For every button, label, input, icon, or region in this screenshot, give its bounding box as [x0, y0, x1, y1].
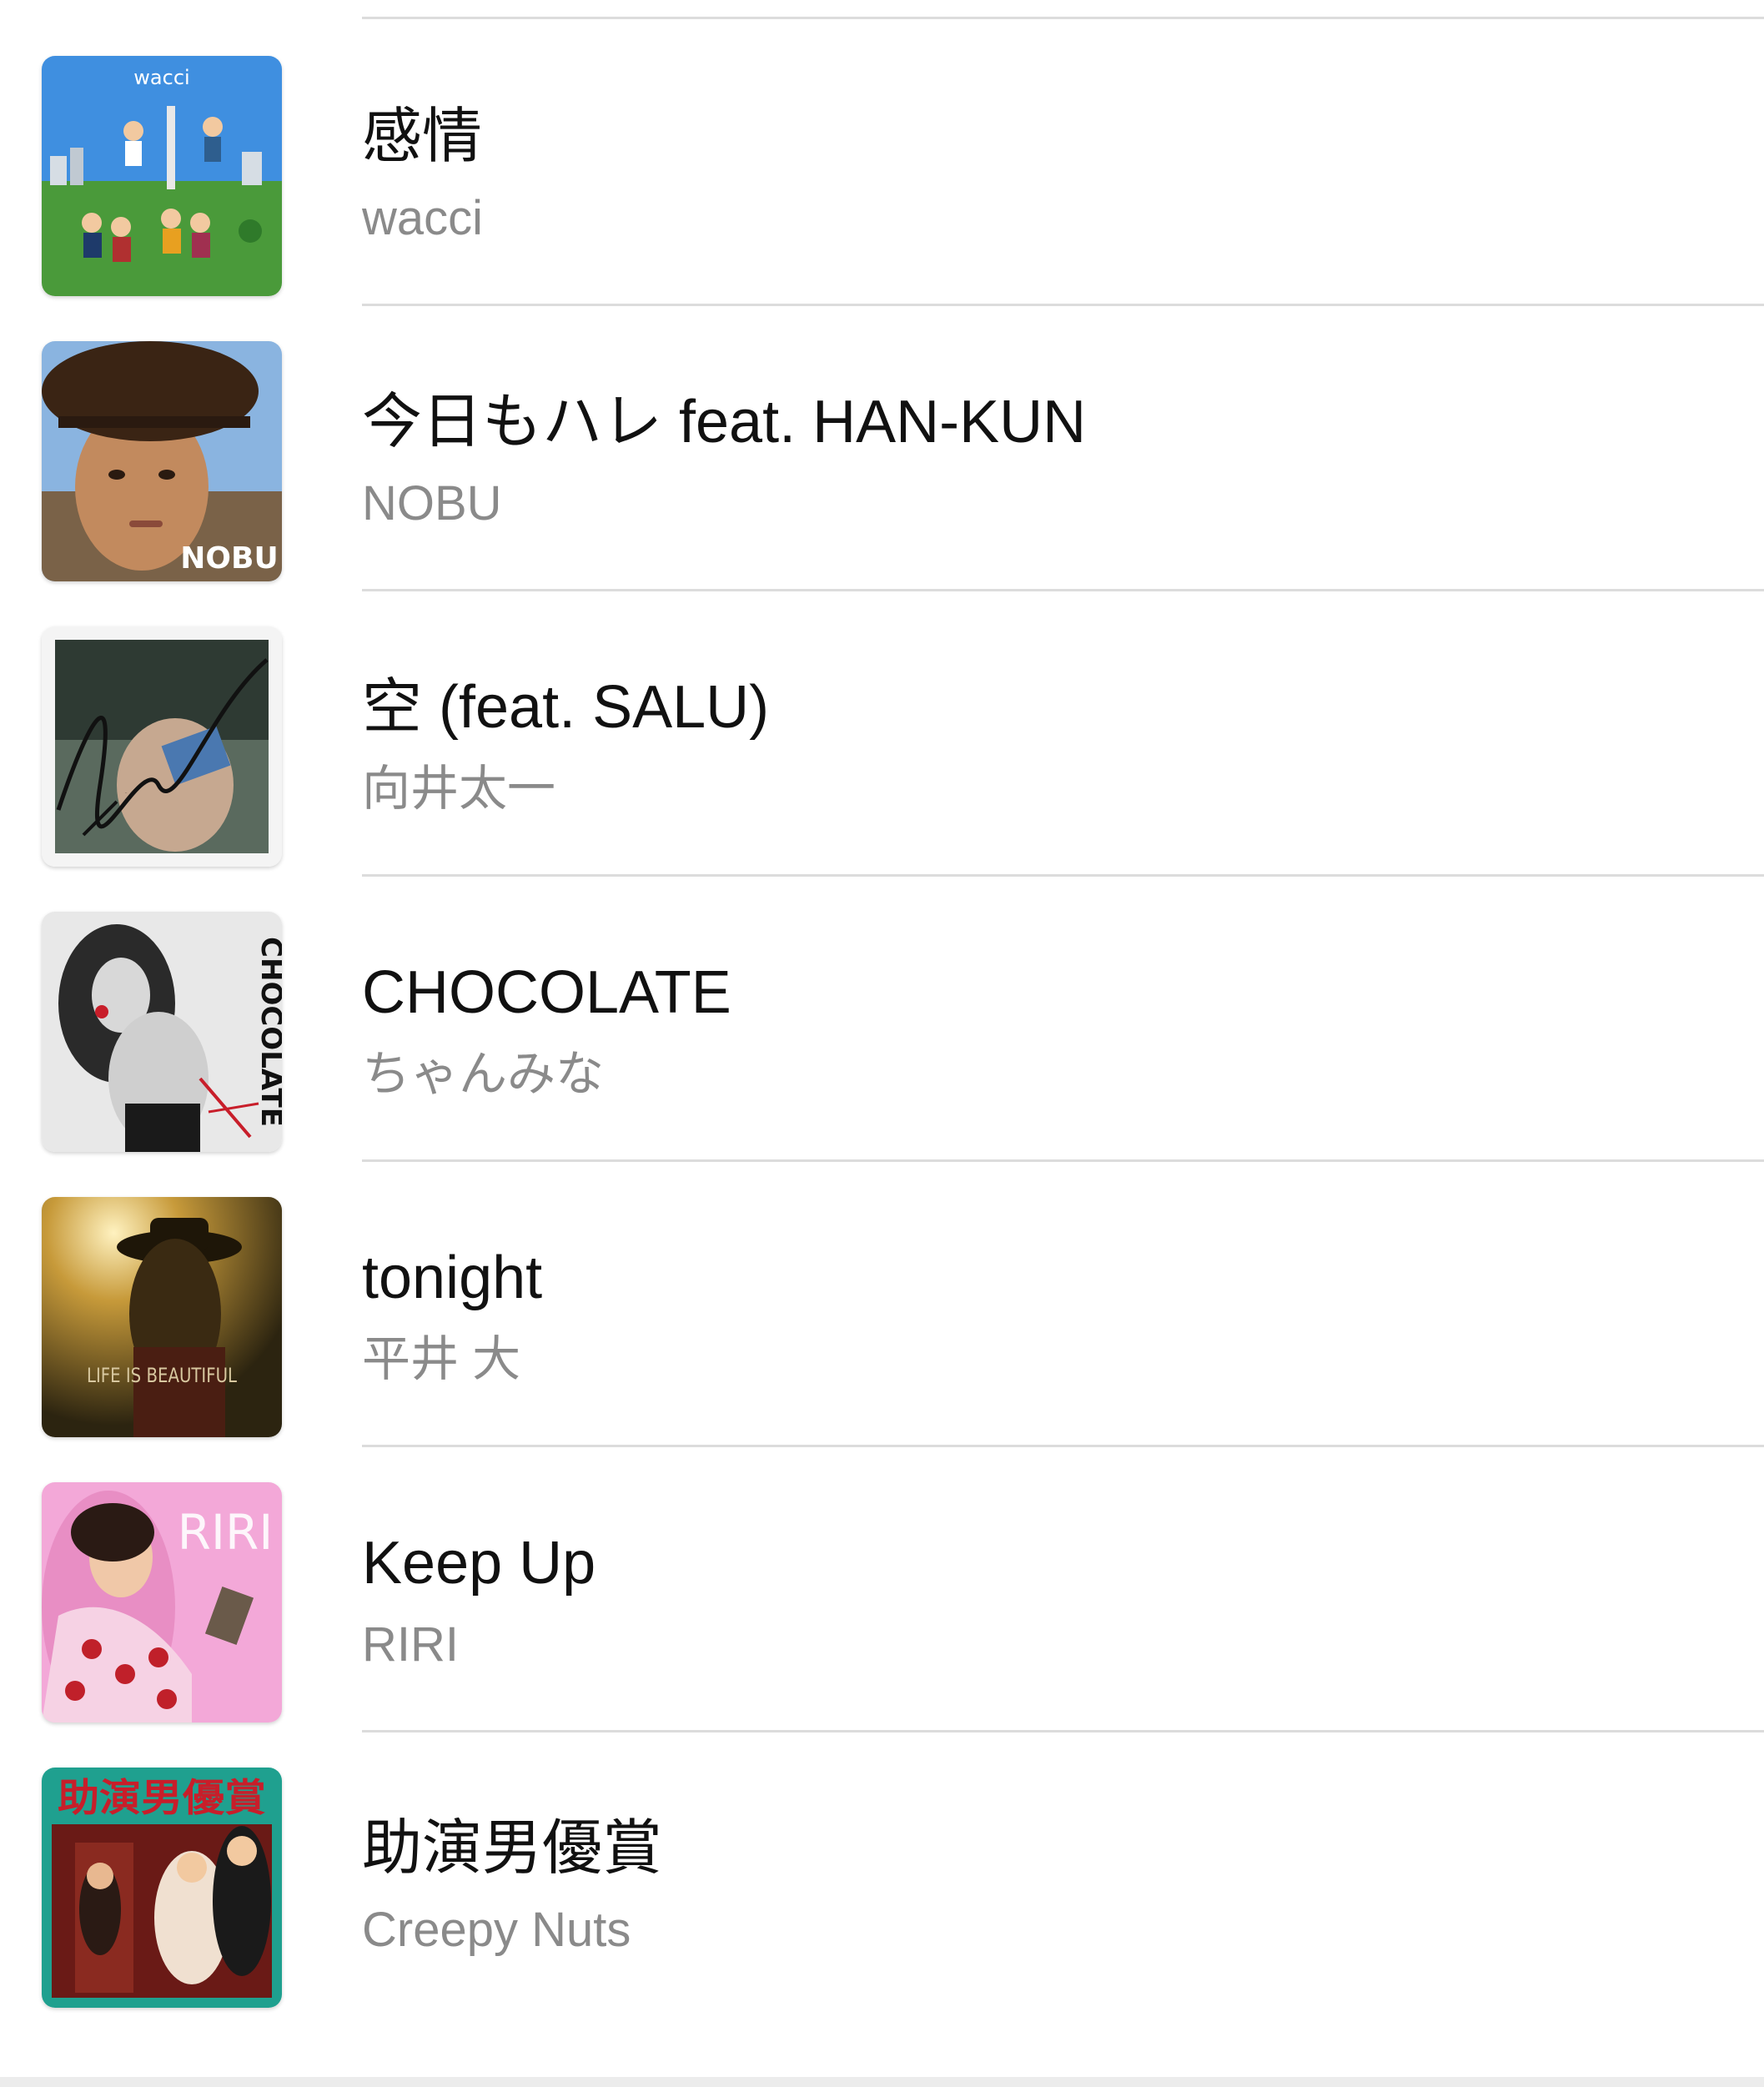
song-row[interactable]: NOBU 今日もハレ feat. HAN-KUN NOBU	[0, 304, 1764, 591]
album-art-label: CHOCOLATE	[254, 937, 282, 1127]
album-art: RIRI	[42, 1482, 282, 1722]
song-artist: 向井太一	[362, 762, 556, 816]
album-art: wacci	[42, 56, 282, 296]
song-row[interactable]: wacci 感情 wacci	[0, 18, 1764, 306]
song-row[interactable]: RIRI Keep Up RIRI	[0, 1445, 1764, 1732]
album-art: CHOCOLATE	[42, 912, 282, 1152]
song-row[interactable]: CHOCOLATE CHOCOLATE ちゃんみな	[0, 874, 1764, 1162]
bottom-edge	[0, 2077, 1764, 2087]
song-artist: RIRI	[362, 1617, 459, 1672]
song-artist: Creepy Nuts	[362, 1903, 631, 1957]
song-artist: ちゃんみな	[362, 1047, 605, 1101]
song-artist: wacci	[362, 191, 484, 245]
album-art: NOBU	[42, 341, 282, 581]
song-title: 助演男優賞	[362, 1815, 663, 1882]
album-art-label: wacci	[133, 66, 189, 89]
album-art-label: NOBU	[180, 541, 278, 576]
song-title: 今日もハレ feat. HAN-KUN	[362, 389, 1087, 455]
album-art: LIFE IS BEAUTIFUL	[42, 1197, 282, 1437]
album-art: Blue	[42, 626, 282, 867]
song-title: tonight	[362, 1245, 543, 1311]
album-art-label: 助演男優賞	[58, 1775, 266, 1820]
song-title: Keep Up	[362, 1530, 596, 1597]
song-row[interactable]: Blue 空 (feat. SALU) 向井太一	[0, 589, 1764, 877]
song-title: 空 (feat. SALU)	[362, 674, 770, 741]
song-row[interactable]: 助演男優賞 助演男優賞 Creepy Nuts	[0, 1730, 1764, 2015]
album-art: 助演男優賞	[42, 1768, 282, 2008]
song-row[interactable]: LIFE IS BEAUTIFUL tonight 平井 大	[0, 1159, 1764, 1447]
album-art-label: RIRI	[178, 1504, 274, 1561]
song-title: 感情	[362, 103, 483, 170]
song-title: CHOCOLATE	[362, 959, 731, 1026]
song-artist: 平井 大	[362, 1332, 521, 1386]
album-art-label: LIFE IS BEAUTIFUL	[87, 1364, 238, 1387]
album-art-label: Blue	[125, 792, 128, 794]
song-artist: NOBU	[362, 476, 502, 531]
